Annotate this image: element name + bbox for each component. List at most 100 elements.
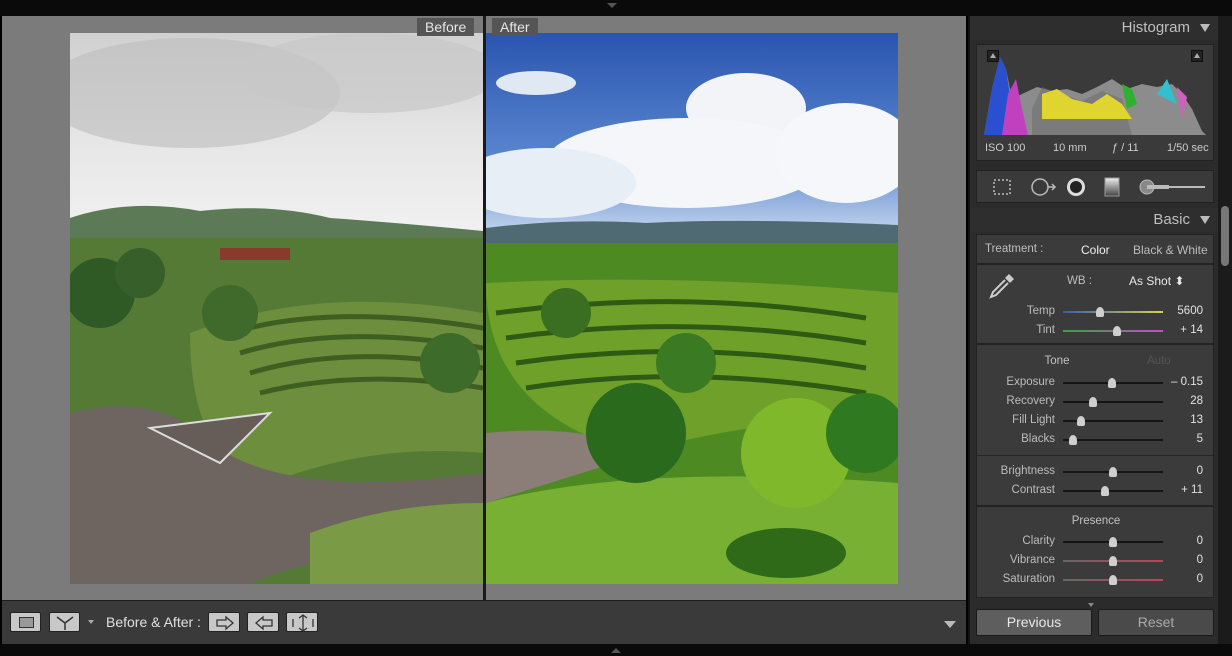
top-panel-toggle[interactable]: [0, 0, 1232, 16]
vibrance-value[interactable]: 0: [1197, 554, 1203, 566]
contrast-row: Contrast + 11: [977, 482, 1215, 500]
presence-section: Presence Clarity 0 Vibrance 0 Saturation…: [976, 506, 1214, 598]
tone-divider: [977, 455, 1215, 456]
contrast-label: Contrast: [1011, 484, 1055, 496]
clarity-slider-thumb[interactable]: [1109, 537, 1117, 547]
adjustment-brush-icon: [1139, 179, 1205, 195]
wb-selector-tool[interactable]: [987, 271, 1017, 301]
arrow-right-icon: [216, 615, 234, 631]
after-label: After: [492, 18, 538, 36]
toolbar-menu-icon[interactable]: [944, 621, 956, 628]
expand-filmstrip-icon: [611, 648, 621, 653]
filmstrip-toggle[interactable]: [0, 644, 1232, 656]
reset-button[interactable]: Reset: [1098, 609, 1214, 636]
exposure-value[interactable]: – 0.15: [1171, 376, 1203, 388]
red-eye-icon: [1067, 178, 1085, 196]
before-after-divider[interactable]: [483, 16, 486, 600]
brightness-slider-thumb[interactable]: [1109, 467, 1117, 477]
saturation-label: Saturation: [1002, 573, 1055, 585]
blacks-slider[interactable]: [1063, 435, 1163, 445]
treatment-color-option[interactable]: Color: [1081, 243, 1110, 257]
fill-light-value[interactable]: 13: [1190, 414, 1203, 426]
treatment-section: Treatment : Color Black & White: [976, 234, 1214, 264]
crop-tool[interactable]: [991, 177, 1013, 197]
recovery-value[interactable]: 28: [1190, 395, 1203, 407]
spot-removal-tool[interactable]: [1029, 177, 1057, 197]
view-mode-dropdown-icon[interactable]: [88, 620, 94, 624]
eyedropper-icon: [989, 274, 1014, 299]
histogram-header[interactable]: Histogram: [970, 16, 1220, 40]
recovery-row: Recovery 28: [977, 393, 1215, 411]
crop-icon: [993, 179, 1011, 195]
brightness-label: Brightness: [1000, 465, 1055, 477]
clarity-slider[interactable]: [1063, 537, 1163, 547]
histogram-title: Histogram: [1121, 19, 1190, 36]
fill-light-slider-thumb[interactable]: [1077, 416, 1085, 426]
temp-slider[interactable]: [1063, 307, 1163, 317]
loupe-view-button[interactable]: [10, 612, 41, 632]
tint-value[interactable]: + 14: [1180, 324, 1203, 336]
contrast-slider-thumb[interactable]: [1101, 486, 1109, 496]
basic-header[interactable]: Basic: [970, 208, 1220, 232]
tint-label: Tint: [1036, 324, 1055, 336]
temp-value[interactable]: 5600: [1177, 305, 1203, 317]
blacks-slider-thumb[interactable]: [1069, 435, 1077, 445]
brightness-value[interactable]: 0: [1197, 465, 1203, 477]
image-canvas: Before After: [2, 16, 966, 600]
vibrance-slider-thumb[interactable]: [1109, 556, 1117, 566]
exposure-slider-thumb[interactable]: [1108, 378, 1116, 388]
recovery-slider[interactable]: [1063, 397, 1163, 407]
temp-slider-thumb[interactable]: [1096, 307, 1104, 317]
treatment-label: Treatment :: [985, 243, 1044, 255]
histogram-graph: [984, 57, 1206, 135]
tool-strip: [976, 170, 1214, 203]
clarity-value[interactable]: 0: [1197, 535, 1203, 547]
shutter-readout: 1/50 sec: [1167, 142, 1209, 154]
graduated-filter-tool[interactable]: [1101, 177, 1123, 197]
copy-after-to-before-button[interactable]: [247, 612, 279, 632]
toolbar: Before & After :: [2, 600, 966, 644]
focal-length-readout: 10 mm: [1053, 142, 1087, 154]
blacks-value[interactable]: 5: [1197, 433, 1203, 445]
saturation-slider[interactable]: [1063, 575, 1163, 585]
vibrance-slider[interactable]: [1063, 556, 1163, 566]
previous-button[interactable]: Previous: [976, 609, 1092, 636]
recovery-label: Recovery: [1006, 395, 1055, 407]
before-label: Before: [417, 18, 475, 36]
saturation-value[interactable]: 0: [1197, 573, 1203, 585]
blacks-row: Blacks 5: [977, 431, 1215, 449]
tone-label: Tone: [1044, 355, 1070, 367]
tint-row: Tint + 14: [977, 322, 1215, 340]
fill-light-slider[interactable]: [1063, 416, 1163, 426]
spot-removal-icon: [1031, 178, 1057, 196]
swap-before-after-button[interactable]: [286, 612, 318, 632]
collapse-basic-icon: [1200, 216, 1210, 224]
tint-slider-thumb[interactable]: [1113, 326, 1121, 336]
recovery-slider-thumb[interactable]: [1089, 397, 1097, 407]
clarity-row: Clarity 0: [977, 533, 1215, 551]
auto-tone-button[interactable]: Auto: [1147, 355, 1171, 367]
graduated-filter-icon: [1104, 177, 1120, 197]
exposure-slider[interactable]: [1063, 378, 1163, 388]
fill-light-row: Fill Light 13: [977, 412, 1215, 430]
contrast-value[interactable]: + 11: [1181, 484, 1203, 496]
panel-scrollbar-thumb[interactable]: [1221, 206, 1229, 266]
tint-slider[interactable]: [1063, 326, 1163, 336]
after-photo: [486, 33, 898, 584]
treatment-bw-option[interactable]: Black & White: [1133, 243, 1208, 257]
blacks-label: Blacks: [1021, 433, 1055, 445]
saturation-slider-thumb[interactable]: [1109, 575, 1117, 585]
before-after-view-button[interactable]: [49, 612, 80, 632]
brightness-slider[interactable]: [1063, 467, 1163, 477]
adjustment-brush-tool[interactable]: [1137, 177, 1207, 197]
contrast-slider[interactable]: [1063, 486, 1163, 496]
fill-light-label: Fill Light: [1012, 414, 1055, 426]
collapse-histogram-icon: [1200, 24, 1210, 32]
copy-before-to-after-button[interactable]: [208, 612, 240, 632]
panel-scrollbar[interactable]: [1218, 16, 1232, 644]
develop-panel: Histogram ISO 100 10 mm ƒ / 11 1/50 sec: [968, 16, 1220, 644]
aperture-readout: ƒ / 11: [1112, 142, 1139, 154]
wb-preset-select[interactable]: As Shot ⬍: [1129, 274, 1184, 288]
red-eye-tool[interactable]: [1065, 177, 1087, 197]
clarity-label: Clarity: [1022, 535, 1055, 547]
